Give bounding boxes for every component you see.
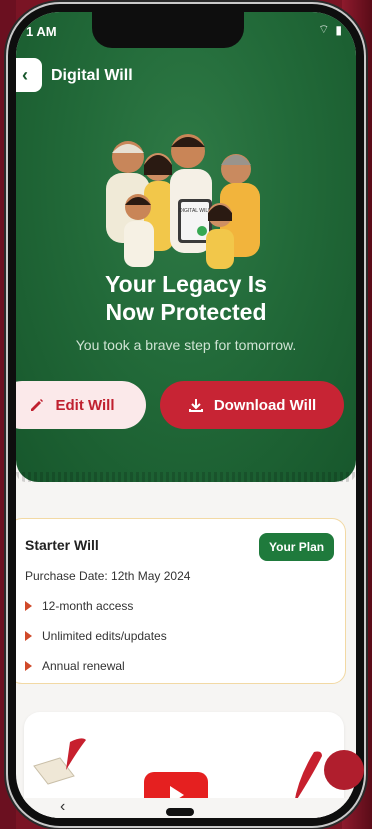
phone-frame: 1 AM ⌔ ▮ ‹ Digital Will DIGITAL WILL You… [8, 4, 364, 826]
family-illustration: DIGITAL WILL [106, 134, 260, 269]
app-screen: 1 AM ⌔ ▮ ‹ Digital Will DIGITAL WILL You… [16, 12, 356, 818]
feature-label: Unlimited edits/updates [42, 629, 167, 643]
feature-label: Annual renewal [42, 659, 125, 673]
feature-label: 12-month access [42, 599, 134, 613]
plan-name: Starter Will [25, 537, 99, 553]
bullet-arrow-icon [25, 661, 32, 671]
chevron-left-icon: ‹ [22, 64, 28, 85]
plan-badge: Your Plan [259, 533, 335, 561]
scroll-quill-icon [33, 738, 86, 785]
system-back-icon[interactable]: ‹ [60, 798, 65, 816]
home-indicator[interactable] [166, 808, 194, 816]
bullet-arrow-icon [25, 631, 32, 641]
pencil-icon [31, 399, 44, 411]
status-time: 1 AM [26, 24, 57, 39]
edit-will-button[interactable]: Edit Will [16, 381, 146, 429]
bullet-arrow-icon [25, 601, 32, 611]
battery-icon: ▮ [335, 22, 342, 37]
download-will-label: Download Will [213, 396, 317, 414]
back-button[interactable]: ‹ [16, 58, 42, 92]
hero-subline: You took a brave step for tomorrow. [75, 337, 297, 353]
plan-card: Starter Will Your Plan Purchase Date: 12… [16, 518, 346, 684]
feature-item: Annual renewal [25, 659, 125, 673]
hero-headline: Your Legacy Is Now Protected [16, 270, 356, 326]
page-title: Digital Will [51, 67, 133, 84]
wifi-icon: ⌔ [318, 22, 330, 36]
download-icon [188, 399, 203, 412]
hero-section: 1 AM ⌔ ▮ ‹ Digital Will DIGITAL WILL You… [16, 12, 356, 482]
tablet-text: DIGITAL WILL [179, 208, 211, 214]
edit-will-label: Edit Will [55, 396, 115, 414]
status-icons: ⌔ ▮ [318, 22, 342, 37]
headline-line-1: Your Legacy Is [105, 271, 267, 297]
floating-action-button[interactable] [324, 750, 364, 790]
feature-item: 12-month access [25, 599, 133, 613]
download-will-button[interactable]: Download Will [160, 381, 344, 429]
headline-line-2: Now Protected [105, 299, 267, 325]
purchase-date: Purchase Date: 12th May 2024 [25, 569, 191, 583]
phone-notch [92, 4, 244, 48]
feature-item: Unlimited edits/updates [25, 629, 167, 643]
